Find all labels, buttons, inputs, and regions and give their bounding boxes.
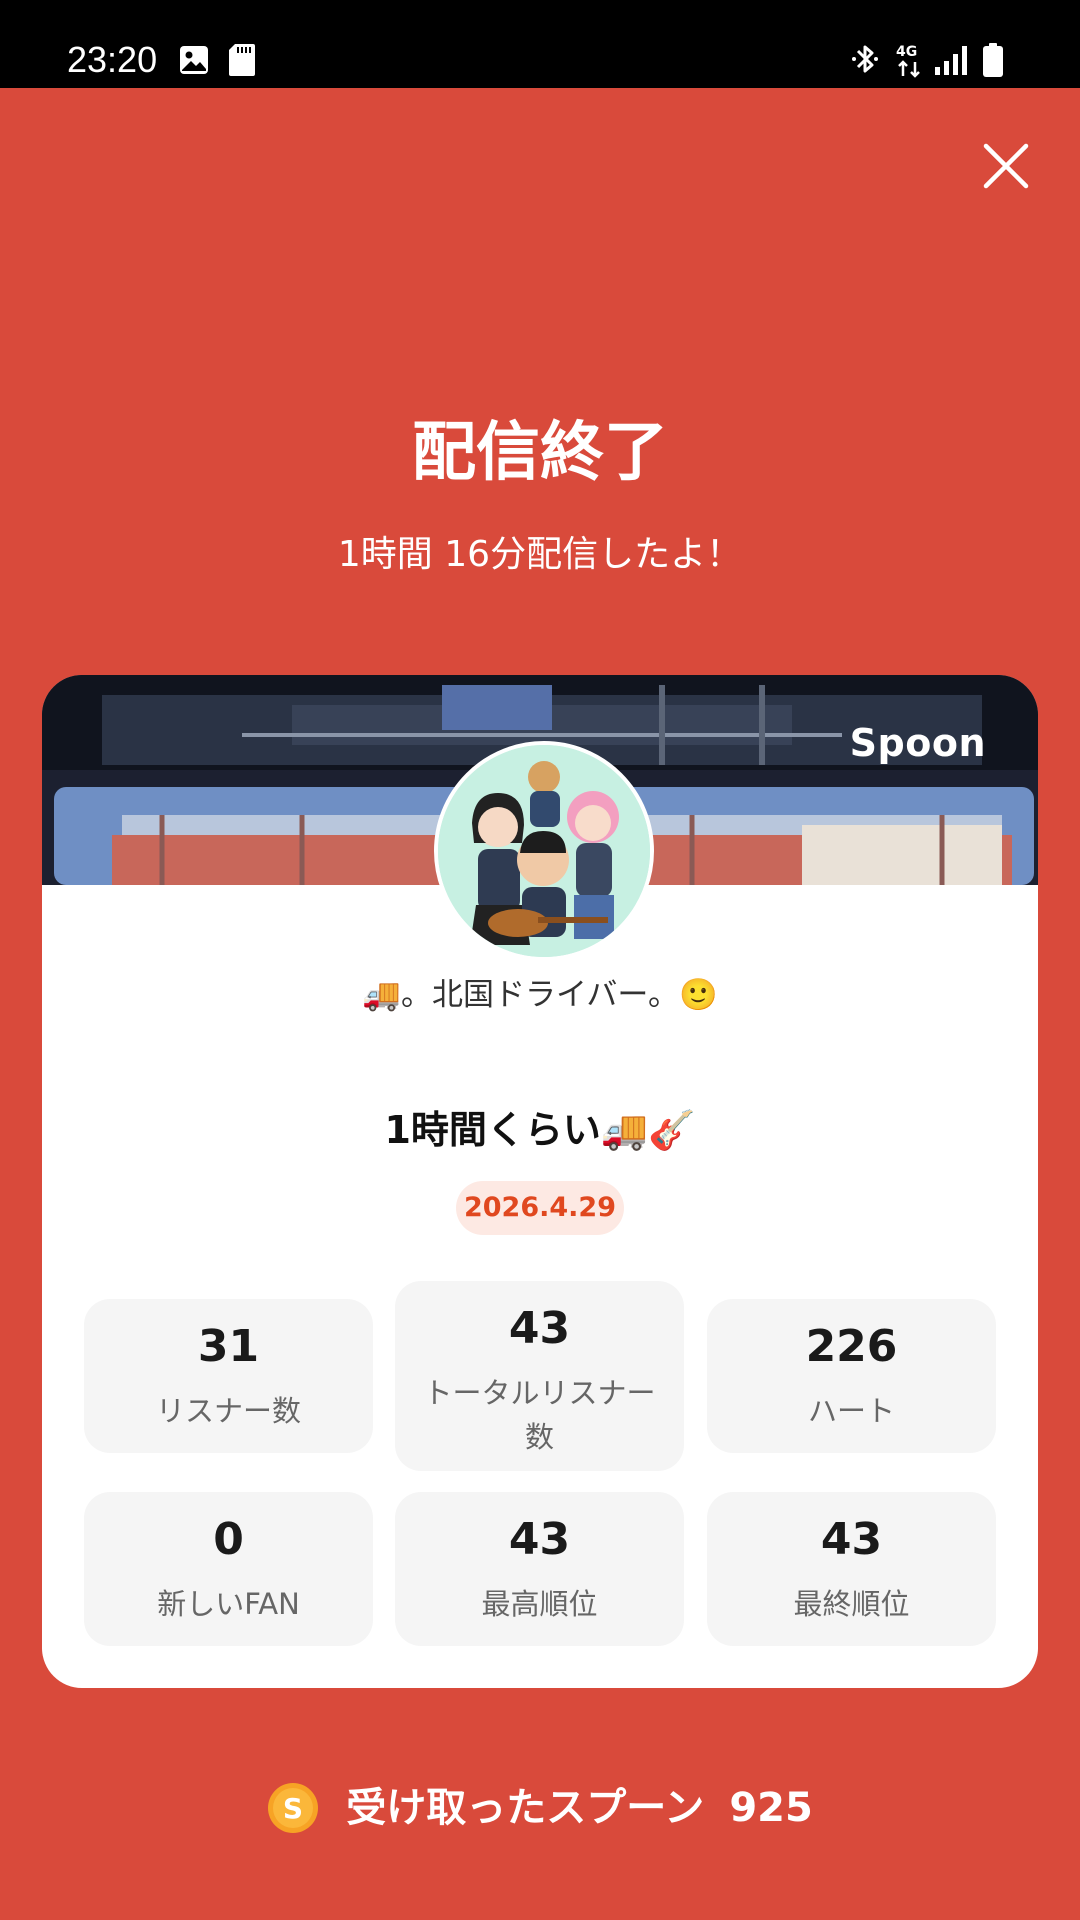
stat-label: 最高順位 xyxy=(481,1587,598,1621)
stat-new-fans: 0 新しいFAN xyxy=(84,1492,373,1646)
stat-value: 43 xyxy=(508,1514,571,1565)
broadcast-duration: 1時間 16分配信したよ！ xyxy=(337,534,743,575)
received-spoons: S 受け取ったスプーン 925 xyxy=(0,1775,1080,1841)
received-spoons-row: S 受け取ったスプーン 925 xyxy=(267,1775,813,1841)
date-badge: 2026.4.29 xyxy=(456,1181,624,1235)
gallery-icon xyxy=(180,46,208,74)
received-spoons-label: 受け取ったスプーン xyxy=(346,1785,705,1831)
stat-listeners: 31 リスナー数 xyxy=(84,1299,373,1453)
close-icon xyxy=(983,143,1029,189)
stat-value: 0 xyxy=(213,1514,244,1565)
live-title: 1時間くらい🚚🎸 xyxy=(384,1108,696,1152)
stat-label: 最終順位 xyxy=(793,1587,910,1621)
close-button[interactable] xyxy=(978,138,1034,194)
avatar-illustration xyxy=(438,745,650,957)
summary-card: Spoon 🚚。北国ドライバー。🙂 1時間くらい🚚🎸 2026.4.29 31 xyxy=(42,675,1038,1688)
stat-value: 43 xyxy=(820,1514,883,1565)
dj-name: 🚚。北国ドライバー。🙂 xyxy=(362,977,718,1013)
mobile-data-icon: 4G xyxy=(896,44,920,78)
stat-label: リスナー数 xyxy=(155,1394,301,1428)
status-time: 23:20 xyxy=(67,39,158,80)
spoon-logo: Spoon xyxy=(849,721,986,765)
stat-highest-rank: 43 最高順位 xyxy=(395,1492,684,1646)
stat-value: 43 xyxy=(508,1303,571,1354)
stat-label: トータルリスナー数 xyxy=(423,1376,656,1454)
stat-value: 226 xyxy=(805,1321,898,1372)
stat-value: 31 xyxy=(197,1321,260,1372)
sd-card-icon xyxy=(229,44,255,76)
spoon-coin-icon: S xyxy=(268,1783,319,1833)
svg-text:S: S xyxy=(283,1792,303,1825)
svg-text:4G: 4G xyxy=(896,44,917,60)
page-title: 配信終了 xyxy=(412,416,668,490)
received-spoons-count: 925 xyxy=(729,1785,813,1831)
stat-final-rank: 43 最終順位 xyxy=(707,1492,996,1646)
battery-icon xyxy=(983,43,1003,77)
bluetooth-icon xyxy=(852,45,878,73)
stat-total-listeners: 43 トータルリスナー数 xyxy=(395,1281,684,1471)
stat-label: 新しいFAN xyxy=(157,1587,300,1621)
stat-hearts: 226 ハート xyxy=(707,1299,996,1453)
stat-label: ハート xyxy=(807,1394,895,1428)
status-bar: 23:20 4G xyxy=(0,0,1080,88)
signal-icon xyxy=(935,46,967,75)
avatar[interactable] xyxy=(434,741,654,961)
